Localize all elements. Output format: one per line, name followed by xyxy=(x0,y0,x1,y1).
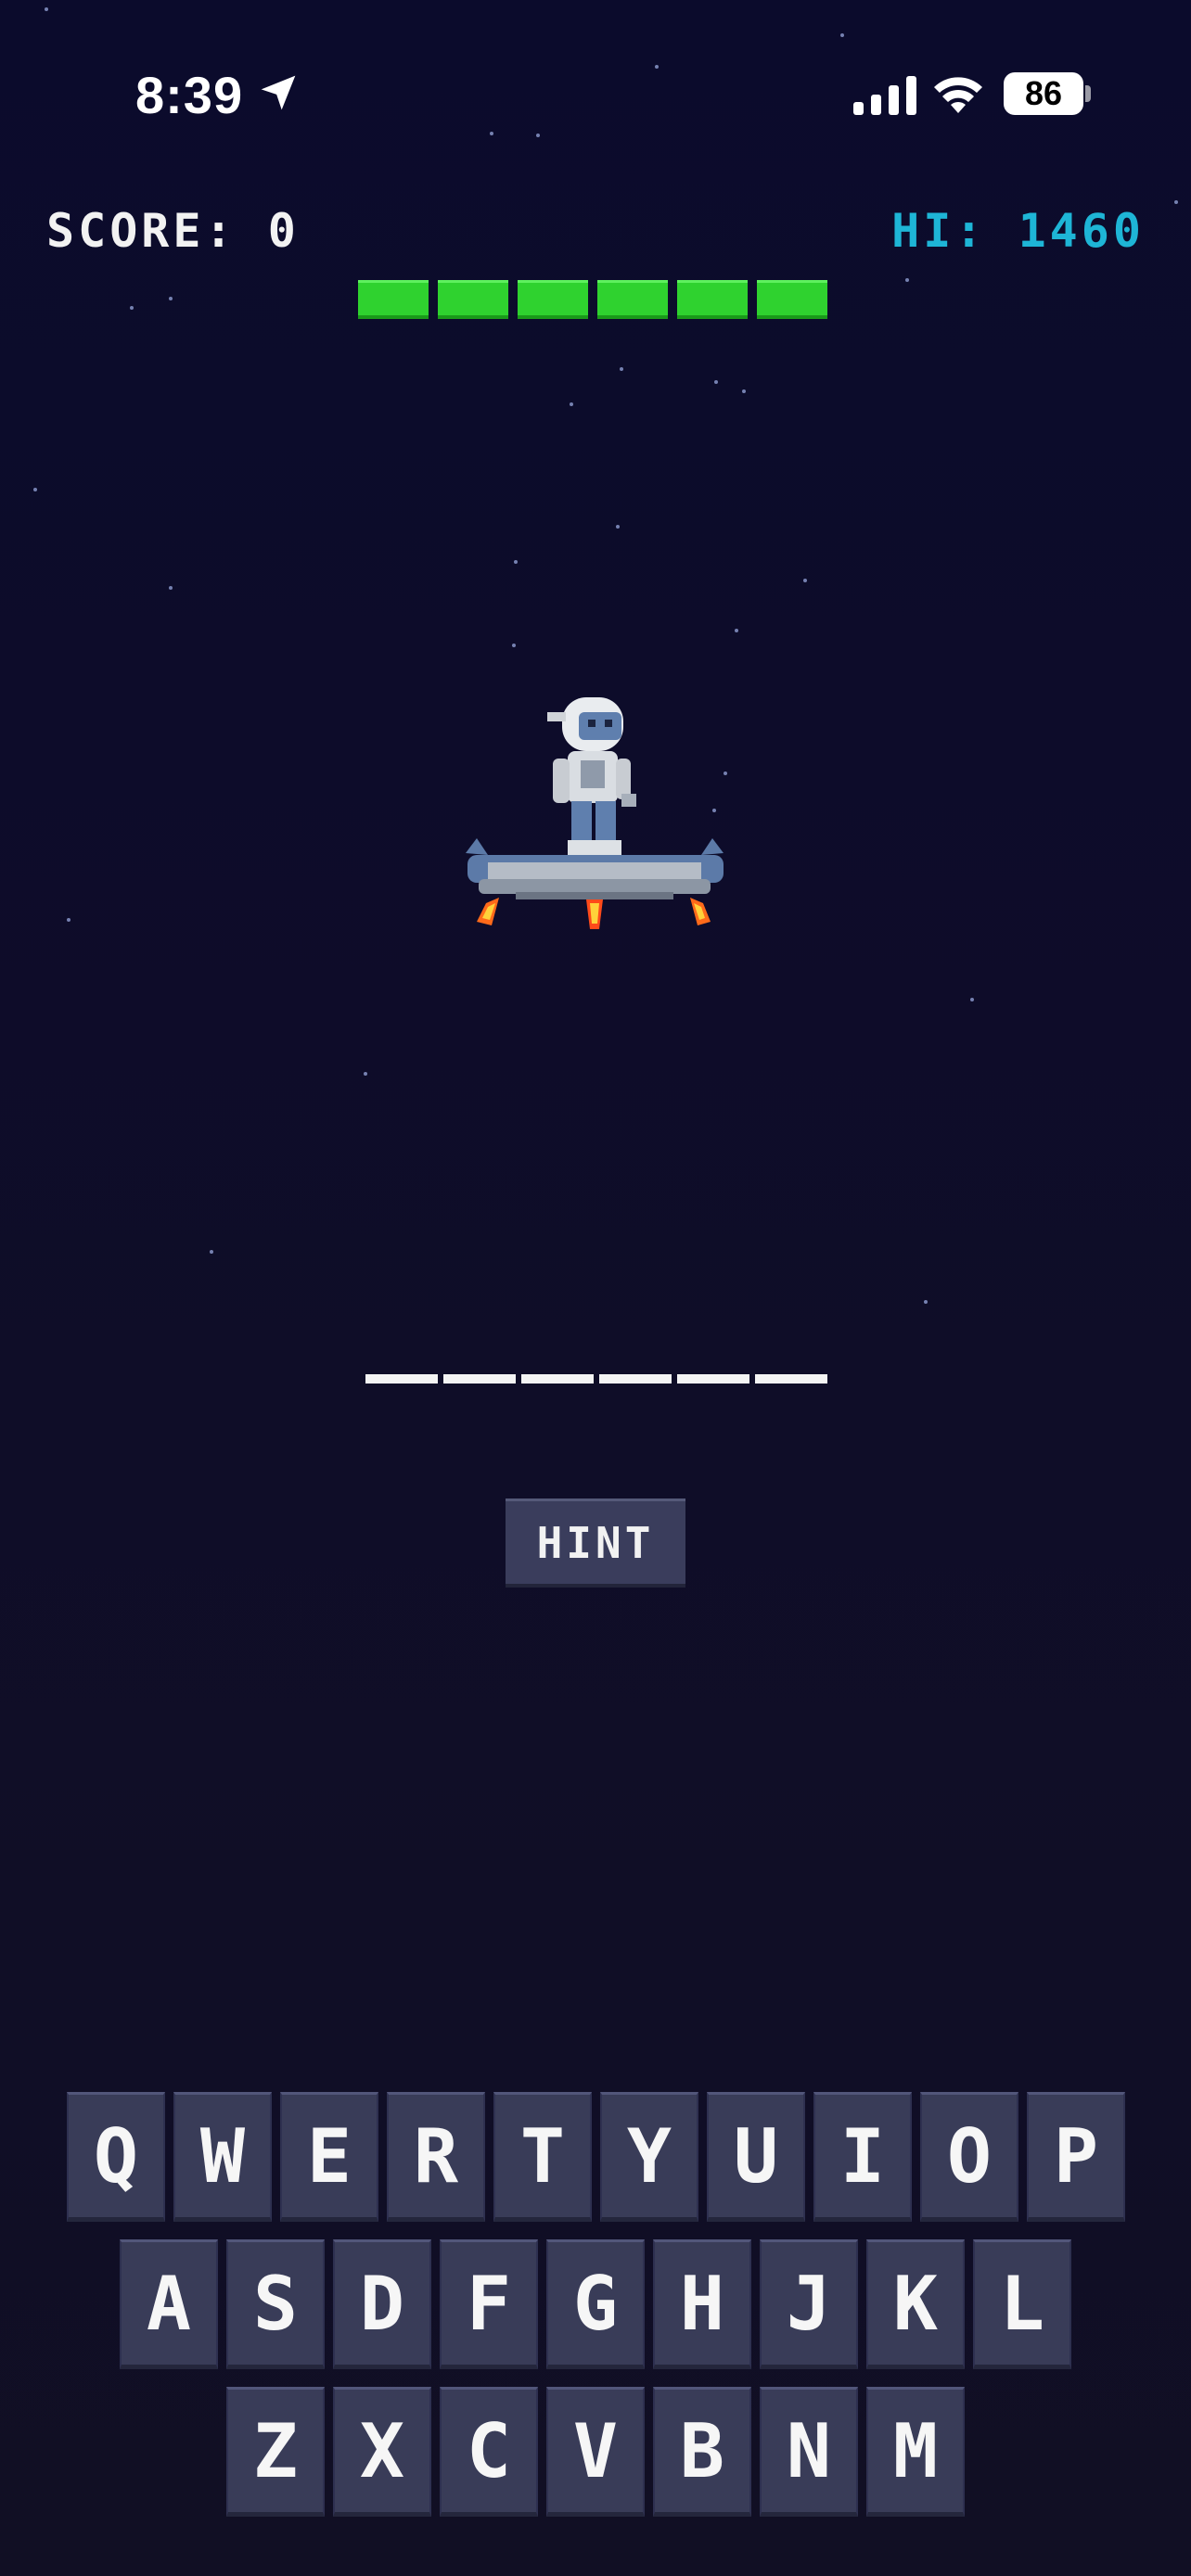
letter-slot xyxy=(599,1374,672,1384)
letter-slot xyxy=(755,1374,827,1384)
letter-slot xyxy=(521,1374,594,1384)
keyboard-row-3: ZXCVBNM xyxy=(226,2387,965,2517)
letter-slot xyxy=(365,1374,438,1384)
key-r[interactable]: R xyxy=(387,2092,485,2222)
key-k[interactable]: K xyxy=(866,2239,965,2369)
key-f[interactable]: F xyxy=(440,2239,538,2369)
star xyxy=(840,33,844,37)
star xyxy=(512,644,516,647)
star xyxy=(130,306,134,310)
score-display: SCORE: 0 xyxy=(46,204,300,258)
life-block xyxy=(677,280,748,319)
star xyxy=(735,629,738,632)
star xyxy=(616,525,620,529)
word-slots xyxy=(365,1374,827,1384)
hint-button[interactable]: HINT xyxy=(506,1498,685,1588)
key-a[interactable]: A xyxy=(120,2239,218,2369)
key-e[interactable]: E xyxy=(280,2092,378,2222)
letter-slot xyxy=(443,1374,516,1384)
key-l[interactable]: L xyxy=(973,2239,1071,2369)
star xyxy=(742,389,746,393)
key-y[interactable]: Y xyxy=(600,2092,698,2222)
star xyxy=(490,132,493,135)
wifi-icon xyxy=(934,77,982,113)
score-label: SCORE: xyxy=(46,204,237,258)
key-b[interactable]: B xyxy=(653,2387,751,2517)
location-arrow-icon xyxy=(261,75,296,110)
status-time: 8:39 xyxy=(135,66,244,124)
star xyxy=(803,579,807,582)
key-i[interactable]: I xyxy=(813,2092,912,2222)
key-n[interactable]: N xyxy=(760,2387,858,2517)
key-s[interactable]: S xyxy=(226,2239,325,2369)
battery-icon: 86 xyxy=(1004,72,1083,115)
star xyxy=(536,134,540,137)
star xyxy=(364,1072,367,1076)
star xyxy=(570,402,573,406)
key-o[interactable]: O xyxy=(920,2092,1018,2222)
keyboard-row-2: ASDFGHJKL xyxy=(120,2239,1071,2369)
star xyxy=(33,488,37,491)
star xyxy=(169,297,173,300)
key-m[interactable]: M xyxy=(866,2387,965,2517)
life-block xyxy=(597,280,668,319)
star xyxy=(970,998,974,1001)
key-w[interactable]: W xyxy=(173,2092,272,2222)
key-x[interactable]: X xyxy=(333,2387,431,2517)
key-g[interactable]: G xyxy=(546,2239,645,2369)
life-block xyxy=(438,280,508,319)
star xyxy=(210,1250,213,1254)
key-q[interactable]: Q xyxy=(67,2092,165,2222)
astronaut-on-hoverboard xyxy=(466,697,724,929)
high-score-label: HI: xyxy=(891,204,987,258)
star xyxy=(620,367,623,371)
star xyxy=(714,380,718,384)
star xyxy=(655,65,659,69)
key-j[interactable]: J xyxy=(760,2239,858,2369)
high-score-value: 1460 xyxy=(1018,204,1145,258)
life-block xyxy=(518,280,588,319)
life-block xyxy=(358,280,429,319)
star xyxy=(905,278,909,282)
star xyxy=(924,1300,928,1304)
star xyxy=(169,586,173,590)
keyboard-row-1: QWERTYUIOP xyxy=(67,2092,1125,2222)
star xyxy=(1174,200,1178,204)
battery-cap xyxy=(1085,85,1091,102)
star xyxy=(514,560,518,564)
score-value: 0 xyxy=(267,204,300,258)
life-block xyxy=(757,280,827,319)
letter-slot xyxy=(677,1374,749,1384)
key-h[interactable]: H xyxy=(653,2239,751,2369)
key-v[interactable]: V xyxy=(546,2387,645,2517)
key-u[interactable]: U xyxy=(707,2092,805,2222)
lives-bar xyxy=(358,280,827,319)
key-p[interactable]: P xyxy=(1027,2092,1125,2222)
high-score-display: HI: 1460 xyxy=(891,204,1145,258)
key-c[interactable]: C xyxy=(440,2387,538,2517)
star xyxy=(67,918,70,922)
signal-icon xyxy=(853,74,916,115)
key-z[interactable]: Z xyxy=(226,2387,325,2517)
key-t[interactable]: T xyxy=(493,2092,592,2222)
star xyxy=(45,7,48,11)
key-d[interactable]: D xyxy=(333,2239,431,2369)
